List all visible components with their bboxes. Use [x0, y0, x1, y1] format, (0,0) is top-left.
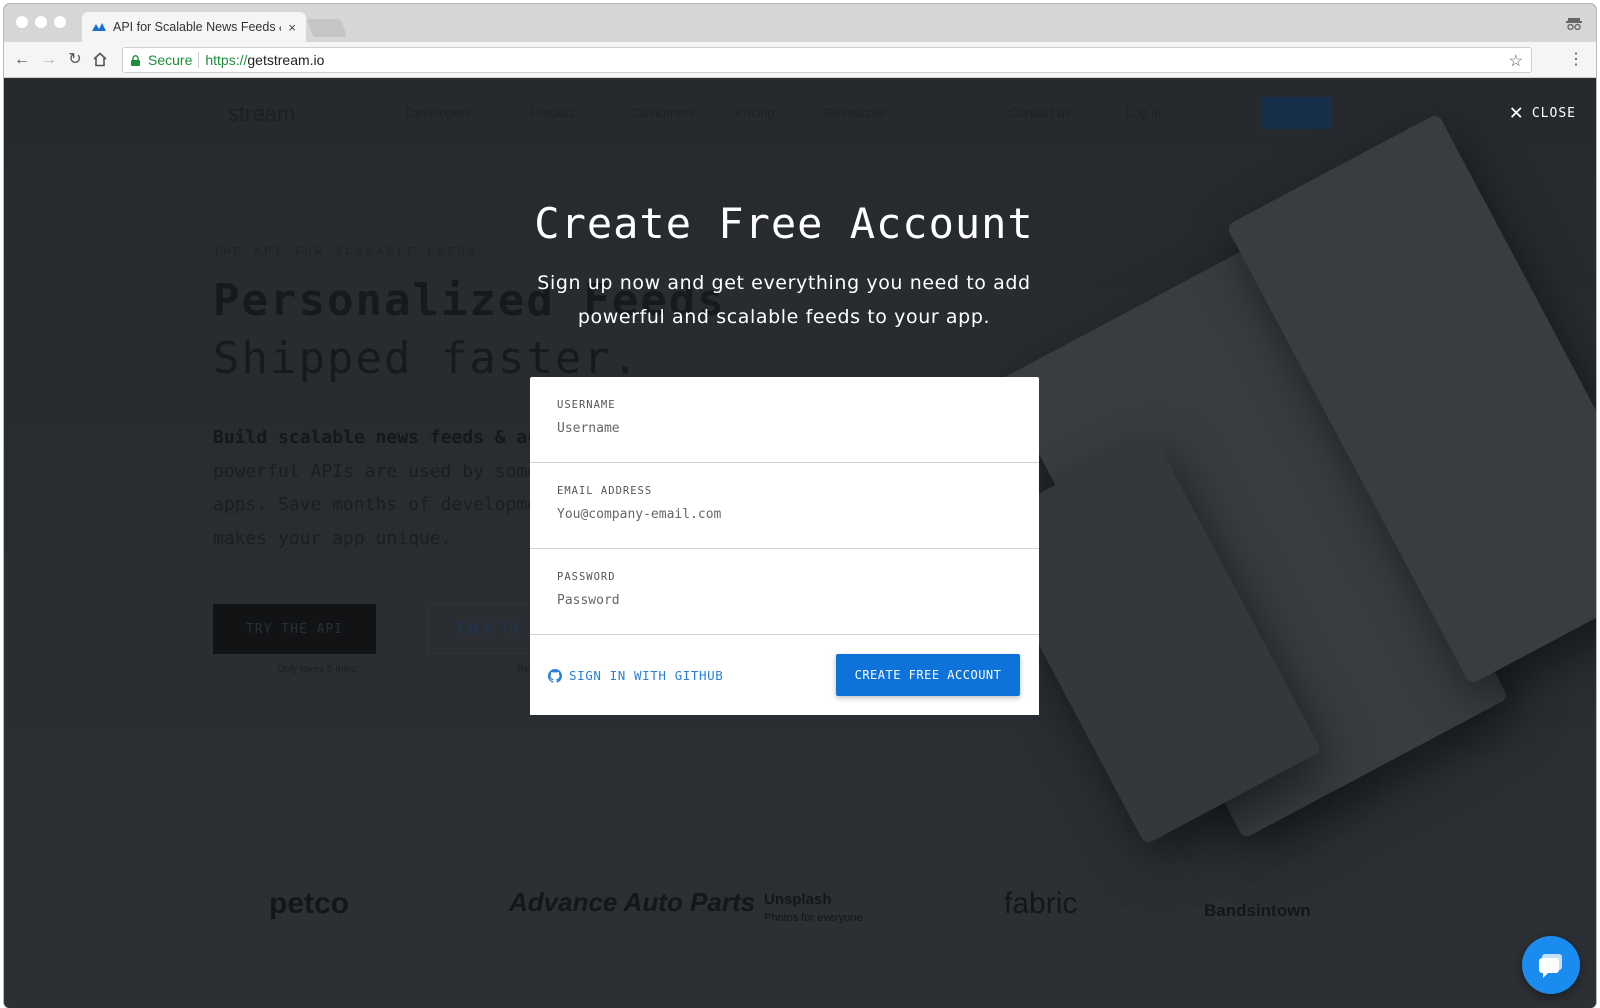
browser-tab[interactable]: API for Scalable News Feeds & × [82, 12, 306, 42]
stream-favicon-icon [92, 23, 106, 31]
customer-logo-petco: petco [269, 887, 350, 920]
hero-paragraph-line: apps. Save months of developme [213, 494, 539, 515]
url-host: getstream.io [247, 52, 325, 68]
username-field: USERNAME [530, 377, 1039, 463]
hero-paragraph-lead: Build scalable news feeds & activ [213, 427, 543, 448]
reload-icon[interactable]: ↻ [65, 50, 85, 70]
tab-close-icon[interactable]: × [288, 20, 296, 35]
hero-paragraph-line: powerful APIs are used by some [213, 460, 539, 482]
password-input[interactable] [557, 589, 997, 611]
lock-icon [131, 54, 140, 66]
minimize-window-dot[interactable] [35, 16, 47, 28]
hero-paragraph-line: makes your app unique. [213, 527, 452, 549]
stream-logo[interactable]: stream [228, 101, 295, 127]
password-field: PASSWORD [530, 549, 1039, 635]
try-api-note: Only takes 5 mins! [277, 664, 360, 675]
nav-customers[interactable]: Customers [632, 105, 695, 120]
customer-logo-unsplash-tagline: Photos for everyone [764, 912, 863, 924]
create-account-button[interactable]: CREATE FREE ACCOUNT [836, 654, 1020, 696]
bookmark-star-icon[interactable]: ☆ [1509, 51, 1523, 71]
github-icon [548, 668, 562, 683]
close-icon: ✕ [1509, 100, 1524, 125]
customer-logo-fabric: fabric [1004, 887, 1078, 920]
tab-title: API for Scalable News Feeds & [113, 20, 282, 34]
url-divider [198, 52, 200, 68]
nav-product[interactable]: Product [530, 105, 575, 120]
home-icon[interactable] [92, 52, 108, 67]
browser-menu-icon[interactable]: ⋮ [1568, 50, 1584, 70]
browser-titlebar: API for Scalable News Feeds & × [4, 4, 1596, 42]
forward-arrow-icon[interactable]: → [39, 50, 59, 70]
close-window-dot[interactable] [16, 16, 28, 28]
github-signin-label: SIGN IN WITH GITHUB [569, 668, 724, 683]
email-input[interactable] [557, 503, 997, 525]
modal-subtitle: Sign up now and get everything you need … [537, 272, 1031, 328]
chat-icon [1539, 954, 1562, 978]
try-api-button[interactable]: TRY THE API [213, 604, 376, 654]
password-label: PASSWORD [557, 571, 616, 583]
url-scheme: https:// [205, 52, 248, 68]
profile-icon[interactable] [1566, 16, 1582, 30]
github-signin-link[interactable]: SIGN IN WITH GITHUB [548, 668, 723, 683]
browser-toolbar: ← → ↻ Secure https:// getstream.io ☆ ⋮ [4, 42, 1596, 78]
talk-note: Re [517, 664, 530, 675]
nav-contact[interactable]: Contact us [1009, 105, 1071, 120]
zoom-window-dot[interactable] [54, 16, 66, 28]
modal-title: Create Free Account [534, 199, 1034, 248]
username-input[interactable] [557, 417, 997, 439]
email-label: EMAIL ADDRESS [557, 485, 653, 497]
customer-logo-unsplash: Unsplash [764, 891, 832, 908]
secure-label: Secure [148, 52, 193, 68]
nav-resources[interactable]: Resources [824, 105, 886, 120]
browser-window: API for Scalable News Feeds & × ← → ↻ Se… [4, 4, 1596, 1008]
new-tab-button[interactable] [306, 19, 348, 37]
back-arrow-icon[interactable]: ← [12, 50, 32, 70]
nav-signup-button[interactable] [1262, 97, 1332, 129]
close-label: CLOSE [1531, 105, 1576, 121]
nav-pricing[interactable]: Pricing [735, 105, 775, 120]
signup-form-footer: SIGN IN WITH GITHUB CREATE FREE ACCOUNT [530, 635, 1039, 715]
customer-logo-bandsintown: Bandsintown [1204, 901, 1311, 920]
page-viewport: stream Developers Product Customers Pric… [4, 79, 1596, 1008]
hero-paragraph: Build scalable news feeds & activ powerf… [213, 421, 543, 555]
chat-widget-button[interactable] [1522, 936, 1580, 994]
nav-developers[interactable]: Developers [406, 105, 472, 120]
nav-login[interactable]: Log in [1126, 105, 1161, 120]
close-modal-button[interactable]: ✕ CLOSE [1509, 100, 1576, 125]
customer-logo-advance: Advance Auto Parts [509, 887, 756, 917]
email-field: EMAIL ADDRESS [530, 463, 1039, 549]
signup-form: USERNAME EMAIL ADDRESS PASSWORD SIGN IN … [530, 377, 1039, 715]
address-bar[interactable]: Secure https:// getstream.io ☆ [122, 47, 1532, 73]
username-label: USERNAME [557, 399, 616, 411]
